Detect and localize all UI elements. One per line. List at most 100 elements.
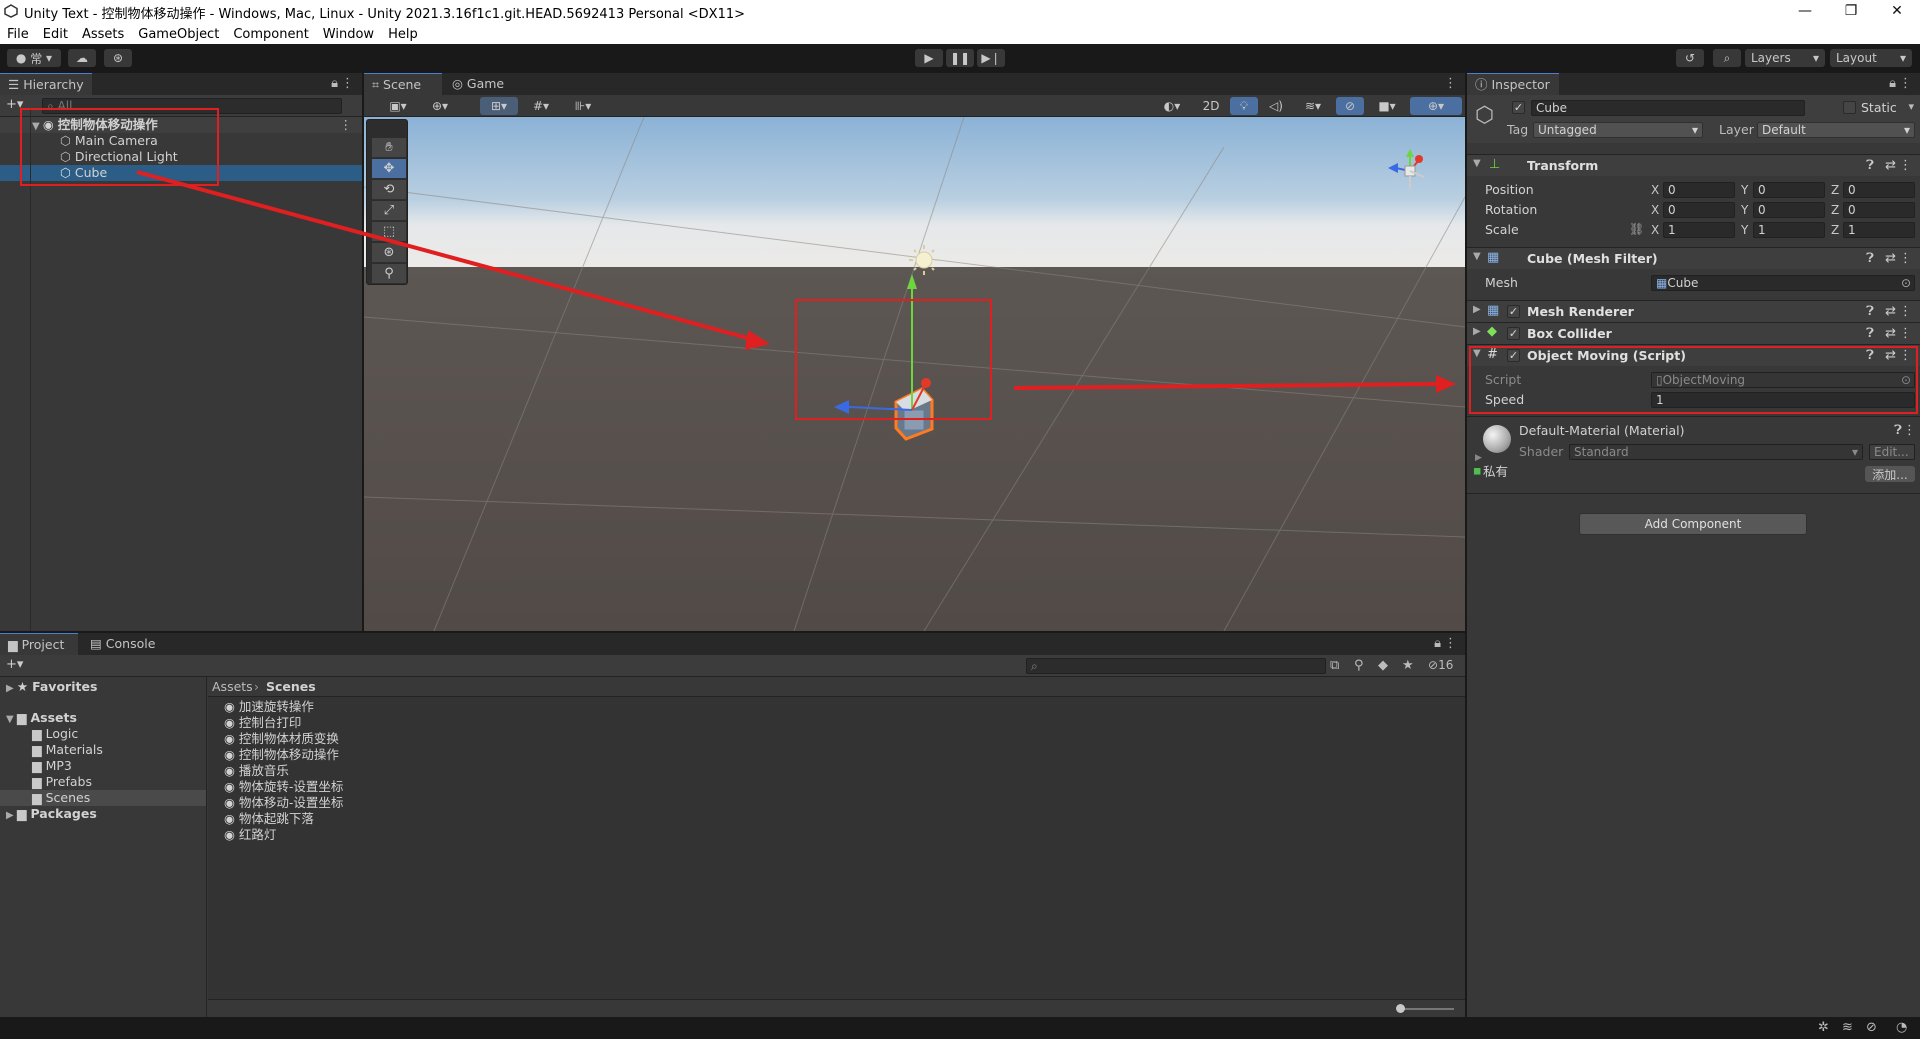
scale-z-field[interactable]: 1 [1843,222,1915,238]
lock-icon[interactable]: 🔒︎ [1889,76,1896,91]
lock-icon[interactable]: 🔒︎ [1434,636,1441,651]
menu-gameobject[interactable]: GameObject [131,27,226,42]
effects-button[interactable]: ≋▾ [1294,97,1332,115]
account-dropdown[interactable]: ● 常 ▾ [7,49,61,67]
scene-asset-item[interactable]: ◉ 控制物体材质变换 [208,731,1465,747]
transform-header[interactable]: ▼ ⊥ Transform ❓︎ ⇄ ⋮ [1467,154,1920,176]
menu-file[interactable]: File [0,27,36,42]
scene-asset-item[interactable]: ◉ 物体移动-设置坐标 [208,795,1465,811]
favorite-icon[interactable]: ★ [1402,658,1414,673]
add-icon[interactable]: +▾ [6,657,23,672]
object-name-field[interactable]: Cube [1531,100,1805,116]
more-menu-icon[interactable]: ⋮ [1444,636,1457,651]
scene-asset-item[interactable]: ◉ 加速旋转操作 [208,699,1465,715]
rotation-y-field[interactable]: 0 [1753,202,1825,218]
collapse-arrow-icon[interactable]: ▶ [1475,453,1482,463]
chevron-down-icon[interactable]: ▾ [1908,100,1914,113]
folder-item[interactable]: ▆ MP3 [0,758,206,774]
folder-item[interactable]: ▆ Materials [0,742,206,758]
more-menu-icon[interactable]: ⋮ [1899,158,1912,173]
tab-hierarchy[interactable]: ☰ Hierarchy [0,73,92,95]
snap-button[interactable]: ⊞▾ [480,97,518,115]
menu-window[interactable]: Window [316,27,381,42]
position-y-field[interactable]: 0 [1753,182,1825,198]
filter-icon[interactable]: ⚲ [1354,658,1364,673]
layout-dropdown[interactable]: Layout ▾ [1830,49,1912,67]
rotation-z-field[interactable]: 0 [1843,202,1915,218]
more-menu-icon[interactable]: ⋮ [1444,76,1457,91]
gizmos-button[interactable]: ⊕▾ [1410,97,1462,115]
scene-asset-item[interactable]: ◉ 物体起跳下落 [208,811,1465,827]
scene-asset-item[interactable]: ◉ 控制台打印 [208,715,1465,731]
private-checkbox-icon[interactable]: ◼ [1473,466,1481,477]
more-menu-icon[interactable]: ⋮ [1899,76,1912,91]
render-mode-button[interactable]: ◐▾ [1154,97,1190,115]
folder-item[interactable]: ▆ Logic [0,726,206,742]
mesh-filter-header[interactable]: ▼ ▦ Cube (Mesh Filter) ❓︎ ⇄ ⋮ [1467,247,1920,269]
assets-row[interactable]: ▼ ▆ Assets [0,710,206,726]
packages-row[interactable]: ▶ ▆ Packages [0,806,206,822]
close-button[interactable]: ✕ [1874,0,1920,24]
icon-size-slider[interactable] [1398,1008,1454,1010]
menu-help[interactable]: Help [381,27,425,42]
minimize-button[interactable]: — [1782,0,1828,24]
preset-icon[interactable]: ⇄ [1885,251,1896,266]
more-menu-icon[interactable]: ⋮ [340,117,353,133]
more-menu-icon[interactable]: ⋮ [1899,304,1912,319]
help-icon[interactable]: ❓︎ [1866,251,1874,266]
tag-dropdown[interactable]: Untagged ▾ [1533,122,1703,138]
tab-game[interactable]: ◎ Game [444,73,514,95]
preset-icon[interactable]: ⇄ [1885,158,1896,173]
hidden-objects-button[interactable]: ⊘ [1336,97,1364,115]
transform-tool-button[interactable]: ⊛ [372,243,406,263]
mesh-renderer-header[interactable]: ▶ ▦ ✓ Mesh Renderer ❓︎ ⇄ ⋮ [1467,300,1920,322]
object-picker-icon[interactable]: ⊙ [1901,276,1911,290]
scene-asset-item[interactable]: ◉ 红路灯 [208,827,1465,843]
breadcrumb-assets[interactable]: Assets [212,679,253,695]
maximize-button[interactable]: ❐ [1828,0,1874,24]
box-collider-header[interactable]: ▶ ◆ ✓ Box Collider ❓︎ ⇄ ⋮ [1467,322,1920,344]
folder-item[interactable]: ▆ Prefabs [0,774,206,790]
scale-x-field[interactable]: 1 [1663,222,1735,238]
preset-icon[interactable]: ⇄ [1885,304,1896,319]
camera-button[interactable]: ■▾ [1368,97,1406,115]
tab-inspector[interactable]: ⓘ Inspector [1467,73,1559,95]
preset-icon[interactable]: ⇄ [1885,326,1896,341]
scene-asset-item[interactable]: ◉ 播放音乐 [208,763,1465,779]
rotation-x-field[interactable]: 0 [1663,202,1735,218]
active-checkbox[interactable]: ✓ [1512,101,1525,114]
audio-button[interactable]: ◁) [1262,97,1290,115]
lighting-button[interactable]: 💡︎ [1230,97,1258,115]
rotate-tool-button[interactable]: ⟲ [372,180,406,200]
increment-snap-button[interactable]: ⊪▾ [564,97,602,115]
progress-icon[interactable]: ◔ [1896,1020,1907,1035]
breadcrumb-scenes[interactable]: Scenes [266,679,316,695]
help-icon[interactable]: ❓︎ [1894,423,1902,438]
bake-icon[interactable]: ≋ [1842,1020,1853,1035]
pause-button[interactable]: ❚❚ [946,49,974,67]
link-icon[interactable]: ⛓︎ [1629,222,1644,236]
help-icon[interactable]: ❓︎ [1866,158,1874,173]
add-material-button[interactable]: 添加... [1865,466,1915,482]
collab-button[interactable]: ⊛ [104,49,132,67]
global-dropdown[interactable]: ⊕▾ [420,97,460,115]
tab-project[interactable]: ▆ Project [0,633,78,655]
tab-console[interactable]: ▤ Console [82,633,164,655]
mesh-object-field[interactable]: ▦Cube ⊙ [1651,275,1915,291]
project-search-input[interactable]: ⌕ [1026,658,1326,674]
tab-scene[interactable]: ⌗ Scene [364,73,442,95]
box-collider-enabled-checkbox[interactable]: ✓ [1507,327,1520,340]
debug-icon[interactable]: ✲ [1818,1020,1829,1035]
grid-snap-button[interactable]: #▾ [522,97,560,115]
lock-icon[interactable]: 🔒︎ [331,76,338,91]
layers-dropdown[interactable]: Layers ▾ [1745,49,1825,67]
position-z-field[interactable]: 0 [1843,182,1915,198]
scale-y-field[interactable]: 1 [1753,222,1825,238]
mesh-renderer-enabled-checkbox[interactable]: ✓ [1507,305,1520,318]
help-icon[interactable]: ❓︎ [1866,326,1874,341]
cloud-button[interactable]: ☁ [68,49,96,67]
menu-edit[interactable]: Edit [36,27,75,42]
favorites-row[interactable]: ▶ ★ Favorites [0,679,206,695]
hidden-packages-count[interactable]: ⊘16 [1428,658,1453,672]
scale-tool-button[interactable]: ⤢ [372,201,406,221]
